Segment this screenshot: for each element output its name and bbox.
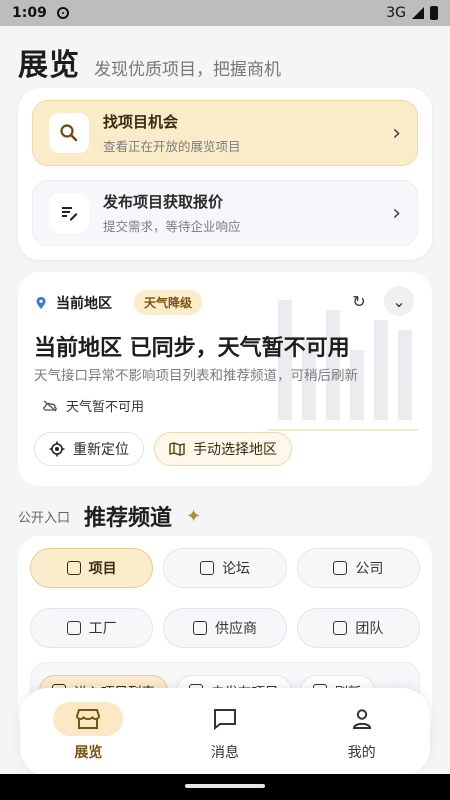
status-time: 1:09 [12, 5, 47, 21]
channel-chip-factory[interactable]: 工厂 [30, 608, 154, 648]
target-icon [49, 441, 65, 457]
person-icon [327, 702, 397, 736]
bottom-navigation: 展览 消息 我的 [20, 688, 430, 776]
quick-actions-card: 找项目机会 查看正在开放的展览项目 › 发布项目获取报价 提交需求，等待企业响应… [18, 88, 432, 260]
page-header: 展览 发现优质项目，把握商机 [18, 40, 281, 84]
publish-project-title: 发布项目获取报价 [103, 193, 224, 211]
choose-region-button[interactable]: 手动选择地区 [154, 432, 292, 466]
nav-label: 消息 [210, 745, 239, 761]
find-projects-button[interactable]: 找项目机会 查看正在开放的展览项目 › [32, 100, 418, 166]
refresh-icon[interactable]: ↻ [344, 286, 374, 316]
publish-project-button[interactable]: 发布项目获取报价 提交需求，等待企业响应 › [32, 180, 418, 246]
chip-label: 团队 [355, 621, 384, 637]
chevron-down-icon[interactable]: ⌄ [384, 286, 414, 316]
relocate-button[interactable]: 重新定位 [34, 432, 144, 466]
map-icon [169, 442, 185, 456]
region-tools: ↻ ⌄ [344, 286, 414, 316]
weather-status: 天气暂不可用 [42, 396, 144, 415]
region-description: 天气接口异常不影响项目列表和推荐频道，可稍后刷新 [34, 368, 358, 384]
building-icon [333, 561, 348, 575]
cloud-off-icon [43, 400, 57, 411]
chevron-right-icon: › [392, 200, 401, 226]
section-small-label: 公开入口 [18, 510, 71, 526]
chat-icon [199, 561, 214, 575]
exhibition-page: 展览 发现优质项目，把握商机 找项目机会 查看正在开放的展览项目 › 发布项目获… [0, 26, 450, 800]
search-icon [49, 113, 89, 153]
channel-chips: 项目 论坛 公司 工厂 供应商 团队 [30, 548, 420, 658]
group-icon [333, 621, 348, 635]
folder-icon [66, 561, 81, 575]
publish-project-subtitle: 提交需求，等待企业响应 [103, 219, 241, 234]
channel-chip-team[interactable]: 团队 [296, 608, 420, 648]
nav-item-messages[interactable]: 消息 [170, 702, 280, 762]
briefcase-icon [192, 621, 207, 635]
signal-icon [412, 7, 424, 19]
status-right: 3G [386, 5, 438, 21]
channel-chip-supplier[interactable]: 供应商 [163, 608, 287, 648]
choose-region-label: 手动选择地区 [193, 442, 277, 458]
region-label: 当前地区 [56, 295, 112, 312]
section-title: 推荐频道 [84, 506, 173, 531]
region-buttons: 重新定位 手动选择地区 [34, 432, 292, 466]
relocate-label: 重新定位 [73, 442, 129, 458]
status-bar: 1:09 3G [0, 0, 450, 26]
region-status-row: 当前地区 天气降级 [34, 290, 203, 315]
weather-degraded-badge: 天气降级 [134, 290, 203, 315]
nav-item-exhibition[interactable]: 展览 [33, 702, 143, 762]
system-home-bar [0, 774, 450, 800]
nav-item-profile[interactable]: 我的 [307, 702, 417, 762]
find-projects-subtitle: 查看正在开放的展览项目 [103, 139, 241, 154]
edit-list-icon [49, 193, 89, 233]
home-indicator[interactable] [185, 784, 265, 788]
channel-chip-forum[interactable]: 论坛 [163, 548, 287, 588]
chip-label: 公司 [355, 561, 384, 577]
chevron-right-icon: › [392, 120, 401, 146]
find-projects-title: 找项目机会 [103, 113, 179, 131]
channel-chip-project[interactable]: 项目 [30, 548, 154, 588]
channels-section-header: 公开入口 推荐频道 ✦ [18, 500, 201, 532]
sparkle-icon: ✦ [186, 505, 202, 527]
chip-label: 供应商 [214, 621, 257, 637]
nav-label: 展览 [74, 745, 103, 761]
region-title: 当前地区 已同步，天气暂不可用 [34, 336, 350, 361]
nav-label: 我的 [347, 745, 376, 761]
notification-icon [56, 7, 69, 19]
store-icon [53, 702, 124, 736]
channel-chip-company[interactable]: 公司 [296, 548, 420, 588]
battery-icon [430, 6, 438, 20]
page-subtitle: 发现优质项目，把握商机 [94, 60, 281, 80]
chip-label: 工厂 [88, 621, 117, 637]
network-type: 3G [386, 5, 406, 21]
location-pin-icon [36, 296, 46, 309]
chip-label: 论坛 [221, 561, 250, 577]
page-title: 展览 [18, 48, 80, 83]
factory-icon [66, 621, 81, 635]
message-icon [190, 702, 260, 736]
weather-text: 天气暂不可用 [66, 400, 145, 415]
region-card: 当前地区 天气降级 ↻ ⌄ 当前地区 已同步，天气暂不可用 天气接口异常不影响项… [18, 272, 432, 486]
chip-label: 项目 [88, 561, 117, 577]
